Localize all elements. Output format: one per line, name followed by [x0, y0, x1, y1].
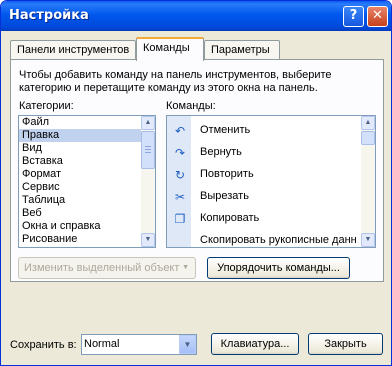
command-label: Скопировать рукописные данн — [200, 234, 357, 246]
tab-commands[interactable]: Команды — [136, 37, 204, 61]
close-window-button[interactable]: ✕ — [367, 6, 388, 27]
category-item[interactable]: Сервис — [19, 181, 155, 194]
dropdown-arrow-icon: ▼ — [182, 264, 189, 271]
commands-panel: Чтобы добавить команду на панель инструм… — [10, 59, 384, 282]
category-item[interactable]: Окна и справка — [19, 220, 155, 233]
command-item[interactable]: Скопировать рукописные данн — [167, 230, 367, 247]
category-item[interactable]: Вставка — [19, 155, 155, 168]
repeat-icon: ↻ — [174, 168, 186, 182]
ink-copy-icon — [173, 234, 187, 247]
command-label: Копировать — [200, 212, 260, 224]
category-item[interactable]: Веб — [19, 207, 155, 220]
scissors-icon: ✂ — [174, 190, 186, 204]
customize-dialog: Настройка ? ✕ Панели инструментов Команд… — [0, 0, 392, 366]
category-item[interactable]: Таблица — [19, 194, 155, 207]
scroll-down-arrow-icon[interactable]: ▼ — [141, 233, 155, 247]
dialog-title: Настройка — [9, 8, 89, 23]
commands-scrollbar[interactable]: ▲ ▼ — [361, 116, 375, 247]
chevron-down-icon[interactable]: ▼ — [179, 335, 196, 354]
scroll-up-arrow-icon[interactable]: ▲ — [361, 116, 375, 130]
command-item[interactable]: ↷ Вернуть — [167, 142, 367, 164]
scroll-thumb[interactable] — [141, 131, 155, 169]
categories-list[interactable]: Файл Правка Вид Вставка Формат Сервис Таблица В… — [18, 115, 156, 248]
command-item[interactable]: ↻ Повторить — [167, 164, 367, 186]
tab-toolbars[interactable]: Панели инструментов — [10, 40, 136, 60]
category-item[interactable]: Рисование — [19, 233, 155, 246]
command-item[interactable]: ↶ Отменить — [167, 120, 367, 142]
category-item[interactable]: Правка — [19, 129, 155, 142]
command-label: Повторить — [200, 168, 254, 180]
command-label: Вернуть — [200, 146, 242, 158]
help-button[interactable]: ? — [343, 6, 364, 27]
scroll-up-arrow-icon[interactable]: ▲ — [141, 116, 155, 130]
save-in-select[interactable]: Normal ▼ — [81, 334, 197, 355]
command-label: Отменить — [200, 124, 251, 136]
close-button[interactable]: Закрыть — [308, 333, 383, 355]
scroll-down-arrow-icon[interactable]: ▼ — [361, 233, 375, 247]
redo-icon: ↷ — [174, 146, 186, 160]
command-label: Вырезать — [200, 190, 249, 202]
tab-options[interactable]: Параметры — [204, 40, 280, 60]
undo-icon: ↶ — [174, 124, 186, 138]
commands-list[interactable]: ↶ Отменить ↷ Вернуть ↻ Повторить ✂ Вырезать ❐ Коп… — [166, 115, 376, 248]
instruction-text: Чтобы добавить команду на панель инструм… — [19, 69, 332, 94]
rearrange-commands-button[interactable]: Упорядочить команды... — [207, 257, 350, 279]
command-item[interactable]: ✂ Вырезать — [167, 186, 367, 208]
command-item[interactable]: ❐ Копировать — [167, 208, 367, 230]
category-item[interactable]: Формат — [19, 168, 155, 181]
copy-icon: ❐ — [174, 212, 186, 226]
modify-selection-label: Изменить выделенный объект — [24, 262, 180, 274]
commands-label: Команды: — [166, 100, 216, 112]
category-item[interactable]: Вид — [19, 142, 155, 155]
keyboard-button[interactable]: Клавиатура... — [211, 333, 299, 355]
save-in-label: Сохранить в: — [10, 339, 77, 351]
scroll-thumb[interactable] — [361, 131, 375, 145]
modify-selection-button[interactable]: Изменить выделенный объект ▼ — [18, 257, 196, 279]
categories-label: Категории: — [19, 100, 74, 112]
title-bar[interactable]: Настройка ? ✕ — [1, 1, 391, 31]
save-in-value: Normal — [84, 338, 120, 350]
category-item[interactable]: Файл — [19, 116, 155, 129]
categories-scrollbar[interactable]: ▲ ▼ — [141, 116, 155, 247]
